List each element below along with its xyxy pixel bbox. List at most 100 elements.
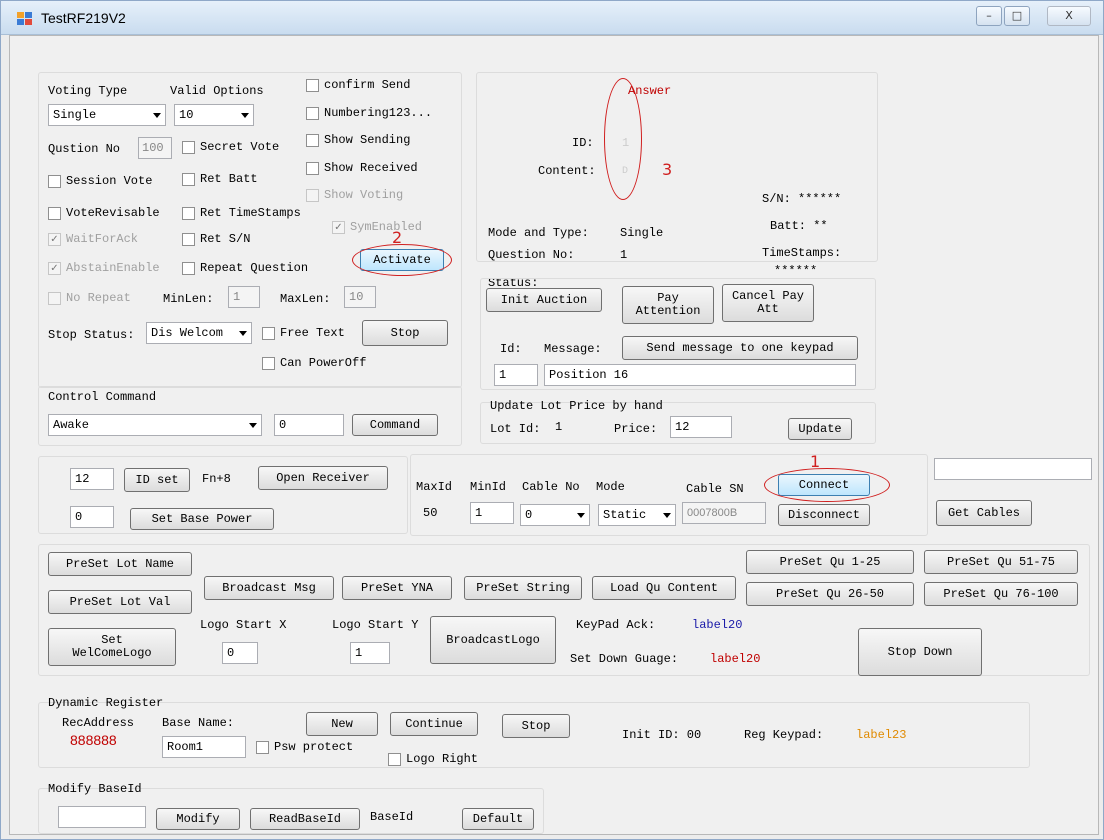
set-welcome-logo-button[interactable]: Set WelComeLogo	[48, 628, 176, 666]
show-sending-checkbox[interactable]: Show Sending	[306, 133, 410, 147]
command-button[interactable]: Command	[352, 414, 438, 436]
psw-protect-checkbox[interactable]: Psw protect	[256, 740, 353, 754]
numbering-checkbox[interactable]: Numbering123...	[306, 106, 432, 120]
qustion-no-input[interactable]: 100	[138, 137, 172, 159]
init-auction-button[interactable]: Init Auction	[486, 288, 602, 312]
ret-sn-checkbox[interactable]: Ret S/N	[182, 232, 250, 246]
cable-no-combo[interactable]: 0	[520, 504, 590, 526]
sym-enabled-checkbox[interactable]: ✓ SymEnabled	[332, 220, 422, 234]
repeat-question-checkbox[interactable]: Repeat Question	[182, 261, 308, 275]
wait-for-ack-checkbox[interactable]: ✓ WaitForAck	[48, 232, 138, 246]
window-title: TestRF219V2	[41, 10, 126, 26]
auction-message-input[interactable]: Position 16	[544, 364, 856, 386]
qustion-no-label: Qustion No	[48, 142, 121, 156]
preset-yna-button[interactable]: PreSet YNA	[342, 576, 452, 600]
mode-combo[interactable]: Static	[598, 504, 676, 526]
ret-timestamps-checkbox[interactable]: Ret TimeStamps	[182, 206, 301, 220]
ret-batt-checkbox[interactable]: Ret Batt	[182, 172, 258, 186]
auction-id-input[interactable]: 1	[494, 364, 538, 386]
load-qu-content-button[interactable]: Load Qu Content	[592, 576, 736, 600]
control-command-value: Awake	[53, 418, 90, 432]
broadcast-logo-button[interactable]: BroadcastLogo	[430, 616, 556, 664]
pay-attention-button[interactable]: Pay Attention	[622, 286, 714, 324]
valid-options-combo[interactable]: 10	[174, 104, 254, 126]
dynamic-stop-button[interactable]: Stop	[502, 714, 570, 738]
command-param-input[interactable]: 0	[274, 414, 344, 436]
id-input[interactable]: 12	[70, 468, 114, 490]
checkmark-icon: ✓	[48, 261, 61, 275]
logo-start-x-input[interactable]: 0	[222, 642, 258, 664]
preset-string-button[interactable]: PreSet String	[464, 576, 582, 600]
preset-qu-26-50-button[interactable]: PreSet Qu 26-50	[746, 582, 914, 606]
client-area: Voting Type Valid Options Single 10 conf…	[9, 35, 1099, 835]
secret-vote-checkbox[interactable]: Secret Vote	[182, 140, 279, 154]
preset-lot-name-button[interactable]: PreSet Lot Name	[48, 552, 192, 576]
annotation-number-1: 1	[810, 452, 821, 471]
control-command-combo[interactable]: Awake	[48, 414, 262, 436]
can-poweroff-checkbox[interactable]: Can PowerOff	[262, 356, 366, 370]
show-received-checkbox[interactable]: Show Received	[306, 161, 418, 175]
stop-status-value: Dis Welcom	[151, 326, 224, 340]
read-baseid-button[interactable]: ReadBaseId	[250, 808, 360, 830]
annotation-number-2: 2	[392, 228, 403, 247]
new-button[interactable]: New	[306, 712, 378, 736]
timestamps-label: TimeStamps:	[762, 246, 842, 260]
stop-status-combo[interactable]: Dis Welcom	[146, 322, 252, 344]
stop-button[interactable]: Stop	[362, 320, 448, 346]
minlen-label: MinLen:	[163, 292, 214, 306]
get-cables-button[interactable]: Get Cables	[936, 500, 1032, 526]
vote-revisable-label: VoteRevisable	[66, 206, 160, 220]
default-button[interactable]: Default	[462, 808, 534, 830]
psw-protect-label: Psw protect	[274, 740, 354, 754]
minimize-button[interactable]: –	[976, 6, 1002, 26]
send-message-button[interactable]: Send message to one keypad	[622, 336, 858, 360]
abstain-enable-checkbox[interactable]: ✓ AbstainEnable	[48, 261, 160, 275]
cable-sn-input[interactable]: 0007800B	[682, 502, 766, 524]
price-input[interactable]: 12	[670, 416, 732, 438]
continue-button[interactable]: Continue	[390, 712, 478, 736]
show-voting-checkbox[interactable]: Show Voting	[306, 188, 403, 202]
baseid-label: BaseId	[370, 810, 414, 824]
disconnect-button[interactable]: Disconnect	[778, 504, 870, 526]
free-text-checkbox[interactable]: Free Text	[262, 326, 345, 340]
cable-top-input[interactable]	[934, 458, 1092, 480]
preset-qu-76-100-button[interactable]: PreSet Qu 76-100	[924, 582, 1078, 606]
vote-revisable-checkbox[interactable]: VoteRevisable	[48, 206, 160, 220]
stop-down-button[interactable]: Stop Down	[858, 628, 982, 676]
close-button[interactable]: X	[1047, 6, 1091, 26]
show-sending-label: Show Sending	[324, 133, 411, 147]
id-set-button[interactable]: ID set	[124, 468, 190, 492]
checkbox-icon	[182, 232, 195, 246]
cancel-pay-att-button[interactable]: Cancel Pay Att	[722, 284, 814, 322]
confirm-send-checkbox[interactable]: confirm Send	[306, 78, 410, 92]
logo-start-y-input[interactable]: 1	[350, 642, 390, 664]
update-button[interactable]: Update	[788, 418, 852, 440]
no-repeat-checkbox[interactable]: No Repeat	[48, 291, 131, 305]
session-vote-checkbox[interactable]: Session Vote	[48, 174, 152, 188]
set-base-power-button[interactable]: Set Base Power	[130, 508, 274, 530]
preset-qu-1-25-button[interactable]: PreSet Qu 1-25	[746, 550, 914, 574]
lot-id-input[interactable]: 1	[550, 416, 590, 438]
maxid-input[interactable]: 50	[418, 502, 464, 524]
checkbox-icon	[306, 133, 319, 147]
preset-lot-val-button[interactable]: PreSet Lot Val	[48, 590, 192, 614]
minlen-input[interactable]: 1	[228, 286, 260, 308]
checkbox-icon	[182, 172, 195, 186]
preset-qu-51-75-button[interactable]: PreSet Qu 51-75	[924, 550, 1078, 574]
maximize-button[interactable]: □	[1004, 6, 1030, 26]
maxlen-input[interactable]: 10	[344, 286, 376, 308]
minid-input[interactable]: 1	[470, 502, 514, 524]
set-down-guage-value: label20	[710, 652, 761, 666]
modify-button[interactable]: Modify	[156, 808, 240, 830]
base-power-input[interactable]: 0	[70, 506, 114, 528]
checkbox-icon	[182, 261, 195, 275]
mode-label: Mode	[596, 480, 625, 494]
show-received-label: Show Received	[324, 161, 418, 175]
open-receiver-button[interactable]: Open Receiver	[258, 466, 388, 490]
secret-vote-label: Secret Vote	[200, 140, 280, 154]
voting-type-combo[interactable]: Single	[48, 104, 166, 126]
logo-right-checkbox[interactable]: Logo Right	[388, 752, 478, 766]
modify-baseid-input[interactable]	[58, 806, 146, 828]
base-name-input[interactable]: Room1	[162, 736, 246, 758]
broadcast-msg-button[interactable]: Broadcast Msg	[204, 576, 334, 600]
